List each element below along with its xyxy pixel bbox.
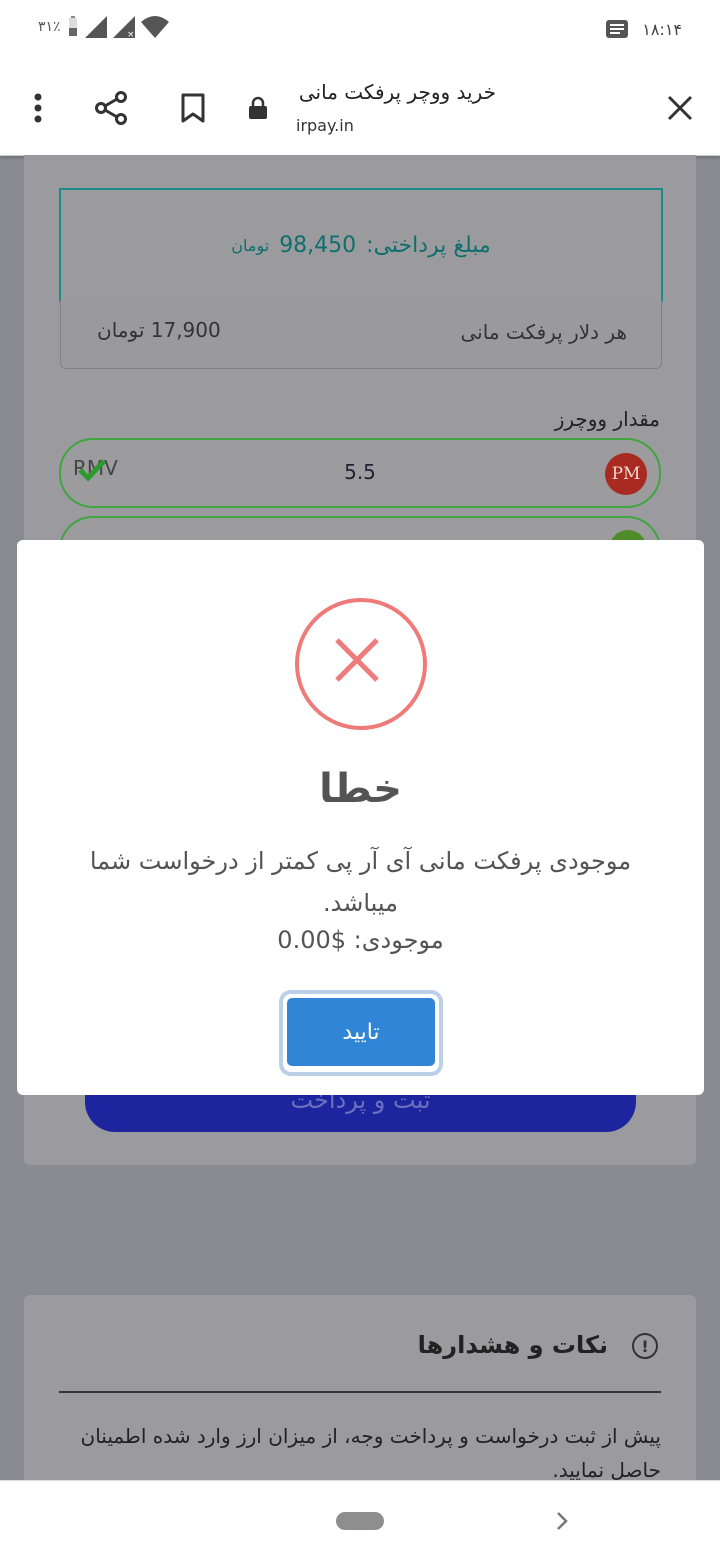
perfect-money-logo-icon: PM [605,453,647,495]
payment-amount: 98,450 [279,232,357,258]
exchange-rate-box: هر دلار پرفکت مانی 17,900 تومان [60,300,662,369]
clock: ۱۸:۱۴ [642,20,682,39]
battery-percentage: ۳۱٪ [38,19,61,35]
bookmark-icon[interactable] [175,90,211,126]
error-icon [295,598,427,730]
rate-value: 17,900 تومان [97,318,221,342]
browser-toolbar: خرید ووچر پرفکت مانی irpay.in [0,60,720,156]
status-bar: ۳۱٪ × ۱۸:۱۴ [0,0,720,60]
overflow-menu-icon[interactable] [20,90,56,126]
status-indicators: ۳۱٪ × [38,16,169,38]
error-dialog: خطا موجودی پرفکت مانی آی آر پی کمتر از د… [17,540,704,1095]
page-title: خرید ووچر پرفکت مانی [298,80,496,104]
divider [59,1391,661,1393]
close-icon[interactable] [662,90,698,126]
signal-no-data-icon: × [112,16,135,38]
dialog-balance: موجودی: $0.00 [277,926,444,954]
confirm-button[interactable]: تایید [287,998,435,1066]
message-notification-icon [606,20,628,38]
voucher-amount-input[interactable]: RMV 5.5 PM [59,438,661,508]
info-icon: ! [632,1333,658,1359]
lock-icon [240,90,276,126]
payment-amount-box: مبلغ پرداختی: 98,450 تومان [59,188,663,302]
page-url: irpay.in [296,116,354,135]
rate-label: هر دلار پرفکت مانی [460,320,627,344]
signal-icon [84,16,107,38]
chevron-right-icon[interactable] [552,1507,574,1535]
home-pill[interactable] [336,1512,384,1530]
notes-text: پیش از ثبت درخواست و پرداخت وجه، از میزا… [80,1424,662,1480]
voucher-amount-label: مقدار ووچرز [554,407,660,431]
battery-icon [68,16,77,36]
dialog-title: خطا [319,766,402,812]
share-icon[interactable] [93,90,129,126]
svg-text:×: × [127,30,135,38]
dialog-message: موجودی پرفکت مانی آی آر پی کمتر از درخوا… [89,847,632,917]
system-nav-bar [0,1480,720,1561]
payment-unit: تومان [231,235,270,255]
wifi-icon [140,16,169,38]
notes-card: ! نکات و هشدارها پیش از ثبت درخواست و پر… [24,1295,696,1480]
payment-label: مبلغ پرداختی: [366,232,491,258]
notes-title: نکات و هشدارها [417,1331,608,1359]
voucher-amount-value: 5.5 [344,460,376,484]
